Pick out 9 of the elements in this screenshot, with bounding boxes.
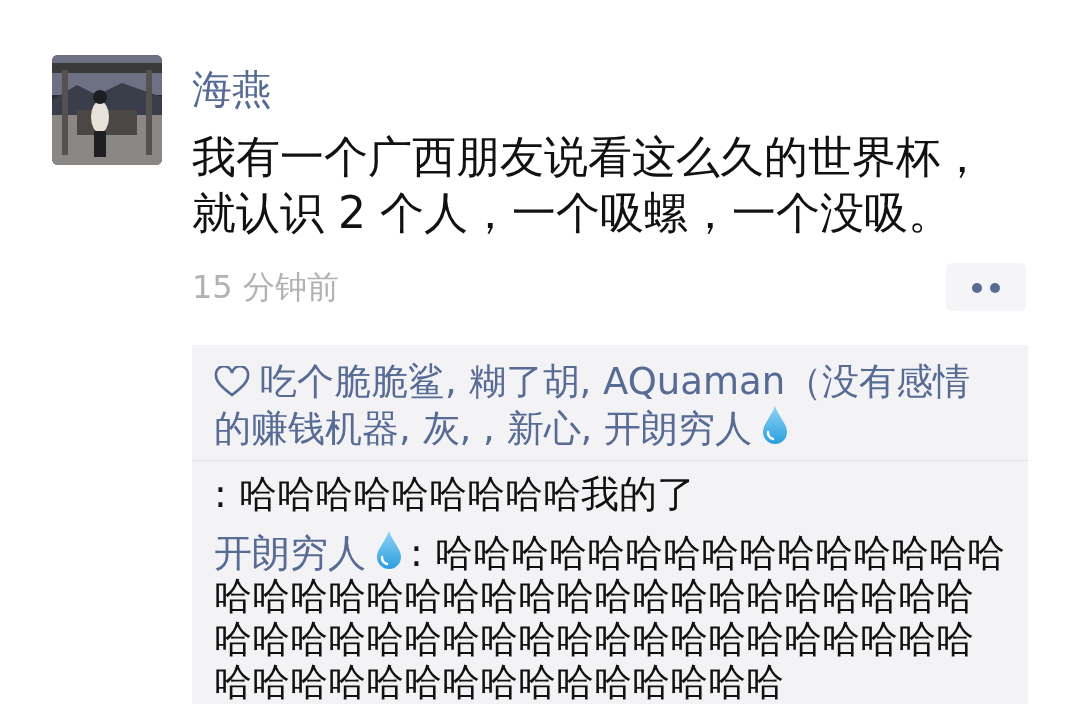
post-text: 我有一个广西朋友说看这么久的世界杯，就认识 2 个人，一个吸螺，一个没吸。: [192, 130, 985, 240]
comment-text: 开朗穷人 : 哈哈哈哈哈哈哈哈哈哈哈哈哈哈哈哈哈哈哈哈哈哈哈哈哈哈哈哈哈哈哈哈哈哈哈哈哈哈哈哈哈哈哈哈哈哈哈哈哈哈哈哈哈哈哈哈哈哈哈哈哈哈哈哈哈哈哈哈哈哈: [213, 529, 1006, 704]
post-time: 15 分钟前: [192, 267, 339, 308]
comment-text: : 哈哈哈哈哈哈哈哈哈我的了: [213, 471, 696, 516]
liker-names[interactable]: 吃个脆脆鲨, 糊了胡, AQuaman（没有感情的赚钱机器, 灰, , 新心, 开朗穷人: [192, 345, 1028, 460]
comment-author[interactable]: 开朗穷人: [214, 531, 366, 575]
more-button[interactable]: [946, 263, 1026, 311]
heart-icon: [214, 366, 250, 398]
author-name[interactable]: 海燕: [192, 63, 1032, 115]
